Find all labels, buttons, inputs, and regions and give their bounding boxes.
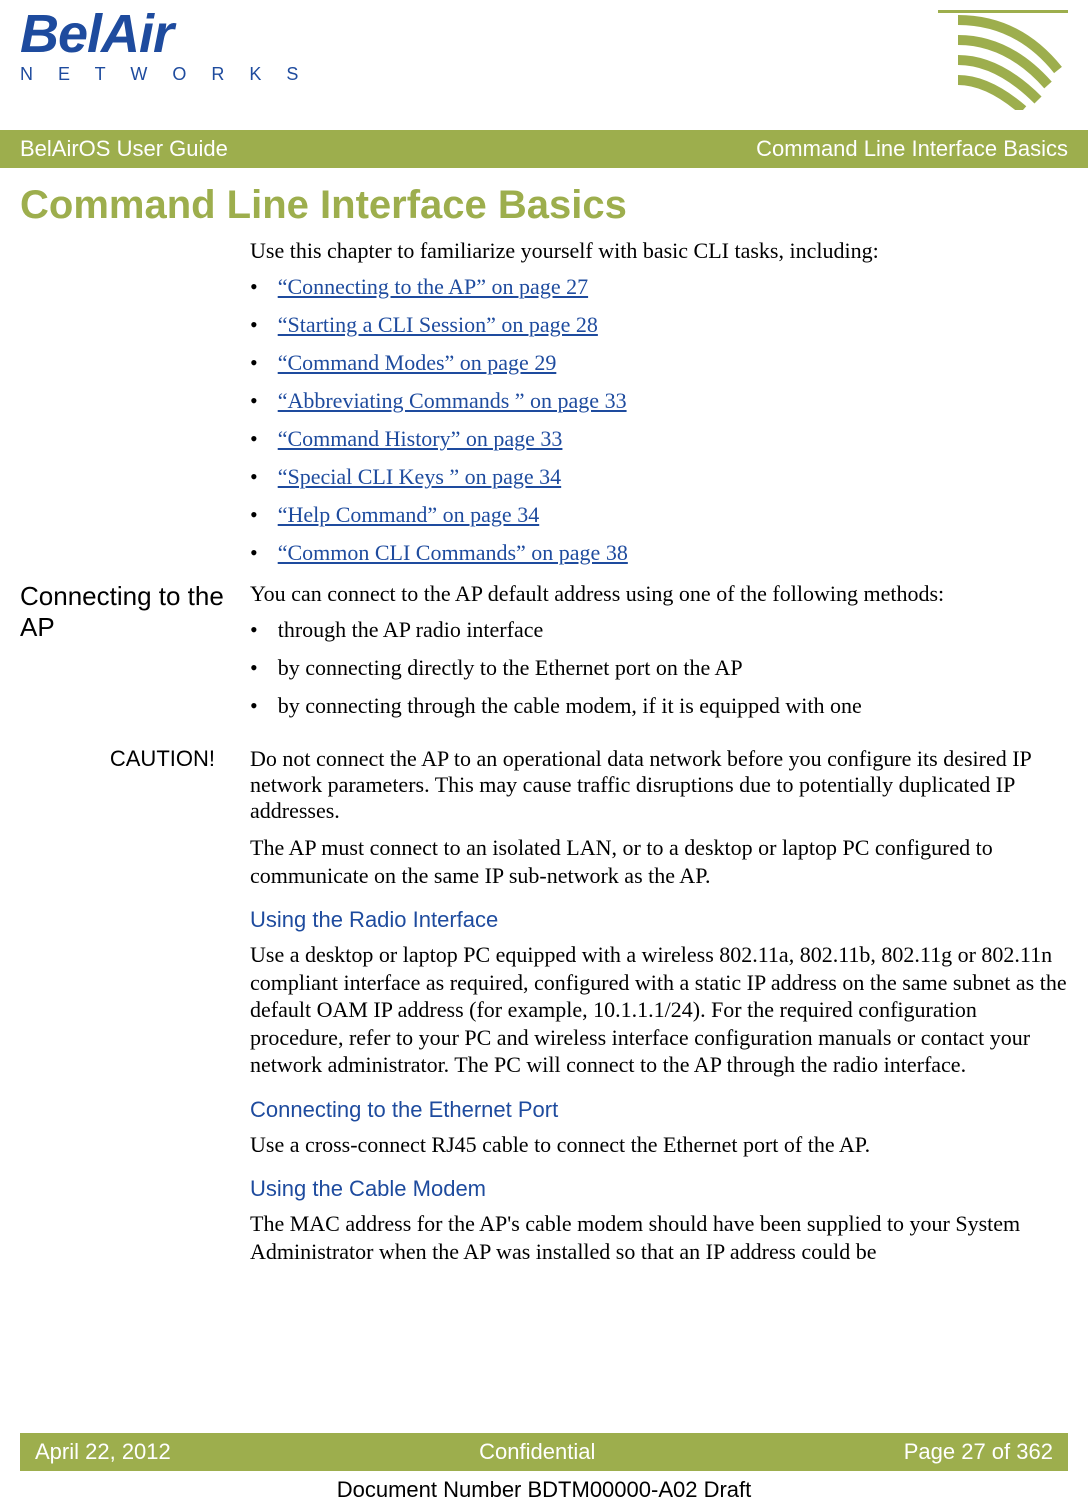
- footer-confidential: Confidential: [479, 1439, 595, 1465]
- list-item: “Help Command” on page 34: [250, 502, 1068, 528]
- section-intro: You can connect to the AP default addres…: [250, 581, 1068, 607]
- section-heading: Connecting to the AP: [20, 581, 250, 731]
- section-caution: CAUTION! Do not connect the AP to an ope…: [20, 746, 1068, 834]
- modem-text: The MAC address for the AP's cable modem…: [250, 1210, 1068, 1265]
- list-item: by connecting through the cable modem, i…: [250, 693, 1068, 719]
- page-header: BelAir N E T W O R K S: [0, 0, 1088, 130]
- toc-link[interactable]: “Command History” on page 33: [278, 426, 563, 452]
- content: Use this chapter to familiarize yourself…: [0, 238, 1088, 1265]
- list-item: “Abbreviating Commands ” on page 33: [250, 388, 1068, 414]
- toc-link[interactable]: “Command Modes” on page 29: [278, 350, 557, 376]
- toc-list: “Connecting to the AP” on page 27 “Start…: [250, 274, 1068, 566]
- radio-text: Use a desktop or laptop PC equipped with…: [250, 941, 1068, 1079]
- footer-bar: April 22, 2012 Confidential Page 27 of 3…: [20, 1433, 1068, 1471]
- caution-text: Do not connect the AP to an operational …: [250, 746, 1068, 824]
- title-bar-left: BelAirOS User Guide: [20, 136, 228, 162]
- ethernet-text: Use a cross-connect RJ45 cable to connec…: [250, 1131, 1068, 1159]
- subheading-modem: Using the Cable Modem: [250, 1176, 1068, 1202]
- intro-text: Use this chapter to familiarize yourself…: [250, 238, 1068, 264]
- toc-link[interactable]: “Starting a CLI Session” on page 28: [278, 312, 598, 338]
- logo-brand: BelAir: [20, 10, 308, 59]
- isolated-lan-text: The AP must connect to an isolated LAN, …: [250, 834, 1068, 889]
- list-item: “Command History” on page 33: [250, 426, 1068, 452]
- section-body: You can connect to the AP default addres…: [250, 581, 1068, 731]
- logo-left: BelAir N E T W O R K S: [20, 10, 308, 85]
- list-item: “Starting a CLI Session” on page 28: [250, 312, 1068, 338]
- logo-subbrand: N E T W O R K S: [20, 64, 308, 85]
- method-list: through the AP radio interface by connec…: [250, 617, 1068, 719]
- title-bar: BelAirOS User Guide Command Line Interfa…: [0, 130, 1088, 168]
- document-number: Document Number BDTM00000-A02 Draft: [0, 1477, 1088, 1503]
- subheading-ethernet: Connecting to the Ethernet Port: [250, 1097, 1068, 1123]
- toc-link[interactable]: “Connecting to the AP” on page 27: [278, 274, 588, 300]
- toc-link[interactable]: “Special CLI Keys ” on page 34: [278, 464, 561, 490]
- list-item: “Command Modes” on page 29: [250, 350, 1068, 376]
- list-item: by connecting directly to the Ethernet p…: [250, 655, 1068, 681]
- page-title: Command Line Interface Basics: [0, 168, 1088, 238]
- list-item: “Connecting to the AP” on page 27: [250, 274, 1068, 300]
- body-block: The AP must connect to an isolated LAN, …: [250, 834, 1068, 1265]
- section-connecting: Connecting to the AP You can connect to …: [20, 581, 1068, 731]
- caution-body: Do not connect the AP to an operational …: [250, 746, 1068, 834]
- logo-swoosh-icon: [938, 10, 1068, 110]
- footer-page: Page 27 of 362: [904, 1439, 1053, 1465]
- toc-link[interactable]: “Help Command” on page 34: [278, 502, 540, 528]
- list-item: “Common CLI Commands” on page 38: [250, 540, 1068, 566]
- list-item: “Special CLI Keys ” on page 34: [250, 464, 1068, 490]
- list-item: through the AP radio interface: [250, 617, 1068, 643]
- title-bar-right: Command Line Interface Basics: [756, 136, 1068, 162]
- footer-date: April 22, 2012: [35, 1439, 171, 1465]
- subheading-radio: Using the Radio Interface: [250, 907, 1068, 933]
- toc-link[interactable]: “Abbreviating Commands ” on page 33: [278, 388, 627, 414]
- caution-label: CAUTION!: [20, 746, 250, 834]
- toc-link[interactable]: “Common CLI Commands” on page 38: [278, 540, 628, 566]
